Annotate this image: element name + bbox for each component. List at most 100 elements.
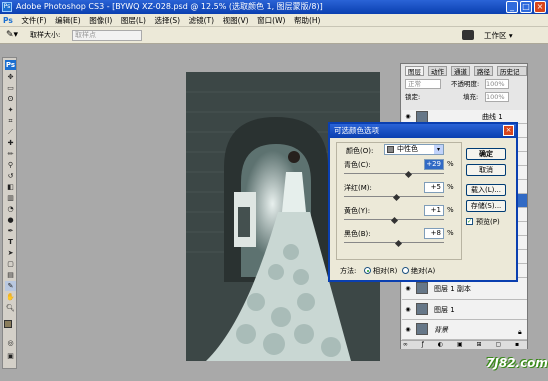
maximize-button[interactable]: □ xyxy=(520,1,532,13)
slider-value-field[interactable]: +8 xyxy=(424,228,444,239)
magic-wand-tool-icon[interactable]: ✦ xyxy=(5,105,16,115)
pen-tool-icon[interactable]: ✒ xyxy=(5,226,16,236)
menu-bar: Ps 文件(F) 编辑(E) 图像(I) 图层(L) 选择(S) 滤镜(T) 视… xyxy=(0,14,548,27)
window-title: Adobe Photoshop CS3 - [BYWQ XZ-028.psd @… xyxy=(16,2,323,11)
slice-tool-icon[interactable]: ⟋ xyxy=(5,127,16,137)
menu-help[interactable]: 帮助(H) xyxy=(291,14,324,26)
lasso-tool-icon[interactable]: ʘ xyxy=(5,94,16,104)
percent-label: % xyxy=(447,229,454,237)
blur-tool-icon[interactable]: ◔ xyxy=(5,204,16,214)
percent-label: % xyxy=(447,160,454,168)
slider-label: 黄色(Y): xyxy=(344,207,371,215)
brush-tool-icon[interactable]: ✏ xyxy=(5,149,16,159)
type-tool-icon[interactable]: T xyxy=(5,237,16,247)
lock-icon: 🔒︎ xyxy=(518,328,522,336)
ps-tool-logo-icon: Ps xyxy=(5,60,16,70)
opacity-field[interactable]: 100% xyxy=(485,79,509,89)
slider-value-field[interactable]: +5 xyxy=(424,182,444,193)
menu-filter[interactable]: 滤镜(T) xyxy=(186,14,217,26)
menu-view[interactable]: 视图(V) xyxy=(220,14,252,26)
menu-edit[interactable]: 编辑(E) xyxy=(52,14,84,26)
menu-file[interactable]: 文件(F) xyxy=(18,14,49,26)
method-label: 方法: xyxy=(340,267,357,275)
fill-label: 填充: xyxy=(463,93,479,101)
foreground-color-swatch[interactable] xyxy=(4,320,12,328)
cancel-button[interactable]: 取消 xyxy=(466,164,506,176)
eraser-tool-icon[interactable]: ◧ xyxy=(5,182,16,192)
toolbox: Ps ✥ ▭ ʘ ✦ ⌗ ⟋ ✚ ✏ ⚲ ↺ ◧ ▥ ◔ ● ✒ T ➤ ▢ ▤… xyxy=(2,57,17,369)
crop-tool-icon[interactable]: ⌗ xyxy=(5,116,16,126)
screen-mode-icon[interactable]: ▣ xyxy=(5,351,16,361)
tab-layers[interactable]: 图层 xyxy=(405,66,424,76)
workspace-menu[interactable]: 工作区 ▾ xyxy=(484,30,513,41)
history-brush-tool-icon[interactable]: ↺ xyxy=(5,171,16,181)
slider-value-field[interactable]: +29 xyxy=(424,159,444,170)
colors-label: 颜色(O): xyxy=(346,147,374,155)
visibility-eye-icon[interactable]: ◉ xyxy=(404,306,412,314)
layer-row[interactable]: ◉ 图层 1 xyxy=(402,300,527,320)
sample-size-select[interactable]: 取样点 xyxy=(72,30,142,41)
tab-paths[interactable]: 路径 xyxy=(474,66,493,76)
visibility-eye-icon[interactable]: ◉ xyxy=(404,113,412,121)
visibility-eye-icon[interactable]: ◉ xyxy=(404,326,412,334)
path-selection-tool-icon[interactable]: ➤ xyxy=(5,248,16,258)
colors-select[interactable]: 中性色 ▾ xyxy=(384,144,444,155)
method-relative-label: 相对(R) xyxy=(373,267,398,275)
blend-mode-select[interactable]: 正常 xyxy=(405,79,441,89)
palette-well-icon[interactable] xyxy=(462,30,474,40)
method-relative-radio[interactable] xyxy=(364,267,371,274)
tab-history[interactable]: 历史记录 xyxy=(497,66,527,86)
quick-mask-icon[interactable]: ◎ xyxy=(5,338,16,348)
sample-size-label: 取样大小: xyxy=(30,31,61,39)
preview-label: 预览(P) xyxy=(476,218,500,226)
menu-select[interactable]: 选择(S) xyxy=(151,14,183,26)
marquee-tool-icon[interactable]: ▭ xyxy=(5,83,16,93)
slider-label: 洋红(M): xyxy=(344,184,372,192)
fill-field[interactable]: 100% xyxy=(485,92,509,102)
preview-checkbox[interactable]: ✓ xyxy=(466,218,473,225)
menu-window[interactable]: 窗口(W) xyxy=(254,14,288,26)
menu-layer[interactable]: 图层(L) xyxy=(118,14,149,26)
shape-tool-icon[interactable]: ▢ xyxy=(5,259,16,269)
layer-name: 图层 1 xyxy=(434,306,455,314)
hand-tool-icon[interactable]: ✋ xyxy=(5,292,16,302)
colors-select-value: 中性色 xyxy=(397,145,418,153)
eyedropper-icon[interactable]: ✎▾ xyxy=(6,30,20,40)
slider-track[interactable] xyxy=(344,173,444,174)
minimize-button[interactable]: _ xyxy=(506,1,518,13)
chevron-down-icon[interactable]: ▾ xyxy=(434,145,443,154)
layer-actions-bar[interactable]: ∞ ƒ ◐ ▣ ⊞ ▢ ▪ xyxy=(401,340,527,349)
options-bar: ✎▾ 取样大小: 取样点 工作区 ▾ xyxy=(0,27,548,44)
dialog-close-button[interactable]: × xyxy=(503,125,514,136)
watermark-logo: 7J82.com xyxy=(486,356,548,370)
clone-stamp-tool-icon[interactable]: ⚲ xyxy=(5,160,16,170)
close-button[interactable]: × xyxy=(534,1,546,13)
gradient-tool-icon[interactable]: ▥ xyxy=(5,193,16,203)
eyedropper-tool-icon[interactable]: ✎ xyxy=(5,281,16,291)
visibility-eye-icon[interactable]: ◉ xyxy=(404,285,412,293)
dialog-title: 可选颜色选项 xyxy=(330,124,516,138)
dodge-tool-icon[interactable]: ● xyxy=(5,215,16,225)
layer-thumbnail xyxy=(416,282,428,294)
method-absolute-radio[interactable] xyxy=(402,267,409,274)
neutral-swatch-icon xyxy=(387,146,394,153)
move-tool-icon[interactable]: ✥ xyxy=(5,72,16,82)
opacity-label: 不透明度: xyxy=(451,80,480,88)
ok-button[interactable]: 确定 xyxy=(466,148,506,160)
slider-label: 黑色(B): xyxy=(344,230,371,238)
slider-value-field[interactable]: +1 xyxy=(424,205,444,216)
layer-row[interactable]: ◉ 背景 🔒︎ xyxy=(402,320,527,340)
tab-channels[interactable]: 通道 xyxy=(451,66,470,76)
photoshop-logo-icon: Ps xyxy=(2,2,12,12)
save-button[interactable]: 存储(S)... xyxy=(466,200,506,212)
zoom-tool-icon[interactable]: 🔍︎ xyxy=(5,303,16,313)
tab-actions[interactable]: 动作 xyxy=(428,66,447,76)
notes-tool-icon[interactable]: ▤ xyxy=(5,270,16,280)
load-button[interactable]: 载入(L)... xyxy=(466,184,506,196)
menu-image[interactable]: 图像(I) xyxy=(86,14,115,26)
ps-menu-icon[interactable]: Ps xyxy=(0,14,16,26)
layer-thumbnail xyxy=(416,323,428,335)
lock-label: 锁定: xyxy=(405,93,421,101)
healing-brush-tool-icon[interactable]: ✚ xyxy=(5,138,16,148)
percent-label: % xyxy=(447,183,454,191)
